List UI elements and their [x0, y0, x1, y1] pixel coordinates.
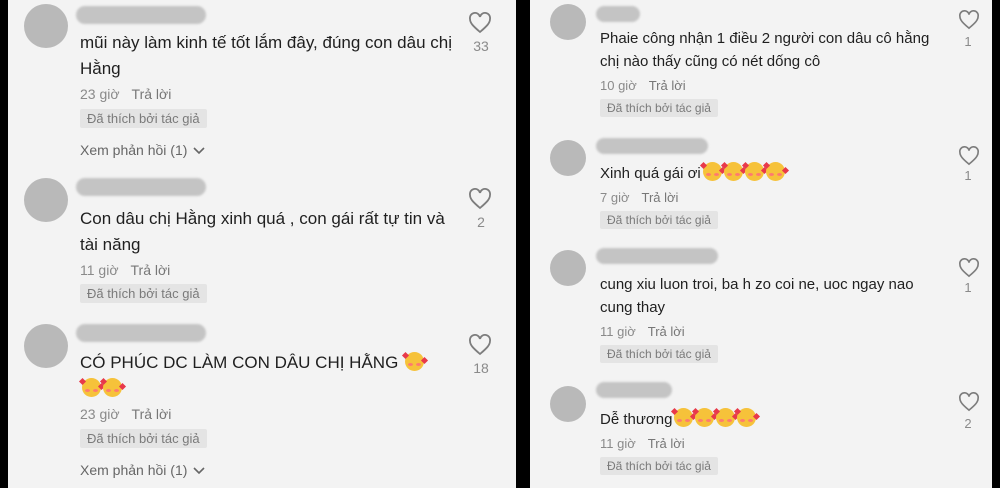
like-count: 2	[964, 416, 972, 431]
comment-text-content: Con dâu chị Hằng xinh quá , con gái rất …	[80, 209, 445, 254]
smiling-face-with-hearts-icon	[713, 407, 740, 427]
heart-outline-icon[interactable]	[468, 334, 492, 356]
like-count: 1	[964, 168, 972, 183]
avatar[interactable]	[550, 4, 586, 40]
smiling-face-with-hearts-icon	[402, 351, 429, 371]
comment-time: 11 giờ	[600, 436, 636, 451]
comment-time: 11 giờ	[80, 262, 119, 278]
comment-text-content: mũi này làm kinh tế tốt lắm đây, đúng co…	[80, 33, 452, 78]
like-count: 33	[473, 38, 489, 54]
comment-text: CÓ PHÚC DC LÀM CON DÂU CHỊ HẰNG	[78, 350, 460, 401]
username-blurred[interactable]	[76, 324, 206, 342]
comment-item: Phaie công nhận 1 điều 2 người con dâu c…	[530, 0, 992, 130]
comment-text: Con dâu chị Hằng xinh quá , con gái rất …	[80, 206, 460, 257]
chevron-down-icon	[193, 467, 205, 475]
comment-meta: 7 giờ Trả lời	[600, 190, 678, 205]
reply-button[interactable]: Trả lời	[132, 86, 172, 102]
comment-time: 7 giờ	[600, 190, 630, 205]
comment-meta: 23 giờ Trả lời	[80, 86, 171, 102]
username-blurred[interactable]	[596, 138, 708, 154]
comment-text: Xinh quá gái ơi	[600, 161, 930, 186]
liked-by-author-badge: Đã thích bởi tác giả	[80, 429, 207, 448]
view-replies-label: Xem phản hồi (1)	[80, 142, 188, 158]
smiling-face-with-hearts-icon	[741, 161, 768, 181]
username-blurred[interactable]	[76, 178, 206, 196]
reply-button[interactable]: Trả lời	[648, 324, 685, 339]
comments-panel-right: Phaie công nhận 1 điều 2 người con dâu c…	[530, 0, 992, 488]
comments-panel-left: mũi này làm kinh tế tốt lắm đây, đúng co…	[8, 0, 516, 488]
comment-item: mũi này làm kinh tế tốt lắm đây, đúng co…	[8, 0, 516, 170]
comment-meta: 11 giờ Trả lời	[600, 436, 685, 451]
heart-outline-icon[interactable]	[958, 10, 980, 30]
comment-text-content: CÓ PHÚC DC LÀM CON DÂU CHỊ HẰNG	[80, 353, 399, 372]
liked-by-author-badge: Đã thích bởi tác giả	[80, 109, 207, 128]
comment-text-content: cung xiu luon troi, ba h zo coi ne, uoc …	[600, 276, 914, 316]
liked-by-author-badge: Đã thích bởi tác giả	[80, 284, 207, 303]
username-blurred[interactable]	[596, 248, 718, 264]
smiling-face-with-hearts-icon	[99, 377, 127, 397]
view-replies-button[interactable]: Xem phản hồi (1)	[80, 462, 205, 478]
smiling-face-with-hearts-icon	[762, 161, 789, 181]
liked-by-author-badge: Đã thích bởi tác giả	[600, 345, 718, 363]
avatar[interactable]	[24, 324, 68, 368]
avatar[interactable]	[550, 250, 586, 286]
username-blurred[interactable]	[596, 6, 640, 22]
avatar[interactable]	[24, 4, 68, 48]
heart-outline-icon[interactable]	[468, 12, 492, 34]
avatar[interactable]	[24, 178, 68, 222]
heart-outline-icon[interactable]	[958, 146, 980, 166]
comment-text: cung xiu luon troi, ba h zo coi ne, uoc …	[600, 274, 930, 319]
comment-meta: 11 giờ Trả lời	[80, 262, 170, 278]
smiling-face-with-hearts-icon	[78, 377, 106, 397]
reply-button[interactable]: Trả lời	[131, 262, 171, 278]
comment-meta: 23 giờ Trả lời	[80, 406, 171, 422]
liked-by-author-badge: Đã thích bởi tác giả	[600, 99, 718, 117]
like-count: 1	[964, 280, 972, 295]
comment-text-content: Phaie công nhận 1 điều 2 người con dâu c…	[600, 30, 930, 70]
reply-button[interactable]: Trả lời	[648, 436, 685, 451]
smiling-face-with-hearts-icon	[692, 407, 719, 427]
heart-outline-icon[interactable]	[958, 258, 980, 278]
comment-text-content: Xinh quá gái ơi	[600, 165, 701, 182]
comment-text: Phaie công nhận 1 điều 2 người con dâu c…	[600, 28, 930, 73]
chevron-down-icon	[193, 147, 205, 155]
reply-button[interactable]: Trả lời	[649, 78, 686, 93]
avatar[interactable]	[550, 140, 586, 176]
comment-item: CÓ PHÚC DC LÀM CON DÂU CHỊ HẰNG 23 giờ Tr…	[8, 318, 516, 488]
smiling-face-with-hearts-icon	[734, 407, 761, 427]
heart-outline-icon[interactable]	[958, 392, 980, 412]
username-blurred[interactable]	[596, 382, 672, 398]
smiling-face-with-hearts-icon	[671, 407, 698, 427]
comment-item: Con dâu chị Hằng xinh quá , con gái rất …	[8, 172, 516, 312]
smiling-face-with-hearts-icon	[699, 161, 726, 181]
smiling-face-with-hearts-icon	[720, 161, 747, 181]
comment-item: Dễ thương 11 giờ Trả lời Đã thích bởi tác…	[530, 380, 992, 488]
comment-time: 10 giờ	[600, 78, 637, 93]
comment-time: 23 giờ	[80, 406, 120, 422]
comment-time: 23 giờ	[80, 86, 120, 102]
like-count: 1	[964, 34, 972, 49]
liked-by-author-badge: Đã thích bởi tác giả	[600, 211, 718, 229]
comment-meta: 11 giờ Trả lời	[600, 324, 685, 339]
view-replies-button[interactable]: Xem phản hồi (1)	[80, 142, 205, 158]
comment-item: Xinh quá gái ơi 7 giờ Trả lời Đã thích bở…	[530, 134, 992, 238]
like-count: 2	[477, 214, 485, 230]
comment-meta: 10 giờ Trả lời	[600, 78, 686, 93]
reply-button[interactable]: Trả lời	[132, 406, 172, 422]
comment-text: mũi này làm kinh tế tốt lắm đây, đúng co…	[80, 30, 460, 81]
comment-text: Dễ thương	[600, 407, 930, 432]
heart-outline-icon[interactable]	[468, 188, 492, 210]
comment-item: cung xiu luon troi, ba h zo coi ne, uoc …	[530, 244, 992, 370]
view-replies-label: Xem phản hồi (1)	[80, 462, 188, 478]
reply-button[interactable]: Trả lời	[642, 190, 679, 205]
comment-time: 11 giờ	[600, 324, 636, 339]
comment-text-content: Dễ thương	[600, 411, 673, 428]
like-count: 18	[473, 360, 489, 376]
avatar[interactable]	[550, 386, 586, 422]
liked-by-author-badge: Đã thích bởi tác giả	[600, 457, 718, 475]
username-blurred[interactable]	[76, 6, 206, 24]
